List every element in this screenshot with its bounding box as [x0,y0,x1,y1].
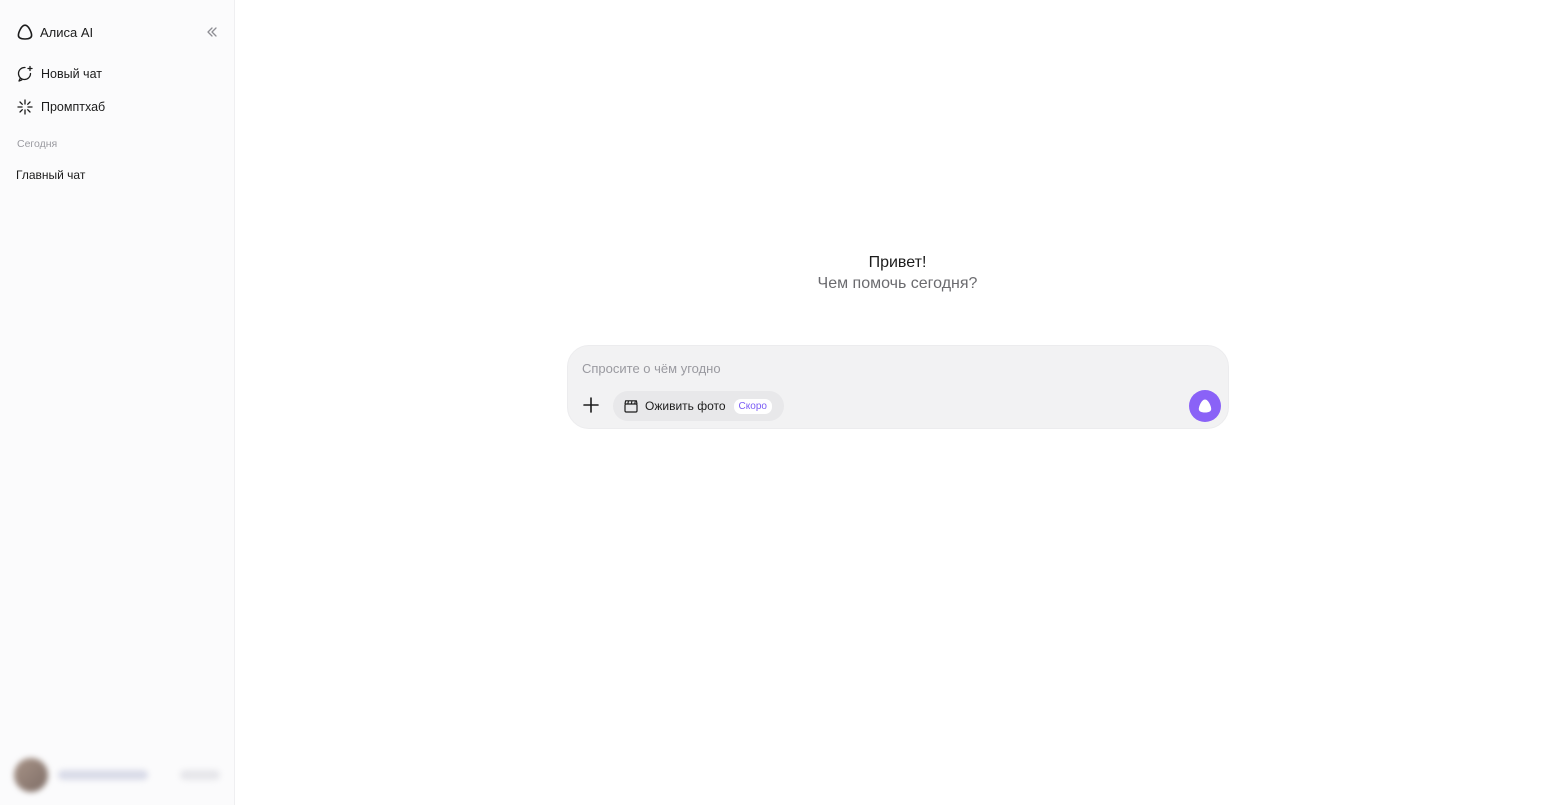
double-chevron-left-icon [205,25,219,39]
animate-photo-label: Оживить фото [645,399,726,413]
profile-name-blurred [58,770,148,780]
brand-name: Алиса AI [40,24,94,40]
plus-icon [582,396,600,414]
greeting-title-row: Привет! [0,254,1560,272]
brand[interactable]: Алиса AI [16,22,93,42]
user-profile[interactable] [10,752,232,798]
avatar [14,758,48,792]
animate-photo-chip[interactable]: Оживить фото Скоро [613,391,784,421]
alice-logo-icon [1196,397,1214,415]
coming-soon-badge: Скоро [733,398,772,414]
profile-extra-blurred [180,770,220,780]
alice-logo-icon [16,23,34,41]
chat-composer: Оживить фото Скоро [567,345,1229,429]
new-chat-label: Новый чат [41,67,102,81]
clapperboard-icon [623,398,639,414]
greeting-title: Привет! [868,254,927,271]
prompthub-button[interactable]: Промптхаб [16,96,105,118]
chat-history-item[interactable]: Главный чат [16,166,85,184]
app-window: Алиса AI Новый чат Промптхаб Сегодня Гла… [0,0,1560,805]
section-label-today: Сегодня [17,138,58,150]
message-input[interactable] [582,358,1202,378]
greeting-subtitle-row: Чем помочь сегодня? [0,275,1560,293]
greeting-subtitle: Чем помочь сегодня? [817,275,978,292]
new-chat-button[interactable]: Новый чат [16,63,102,85]
prompthub-label: Промптхаб [41,100,106,114]
new-chat-icon [16,65,34,83]
sparkle-icon [16,98,34,116]
attach-button[interactable] [580,394,602,416]
alice-voice-button[interactable] [1189,390,1221,422]
collapse-sidebar-button[interactable] [202,22,222,42]
sidebar: Алиса AI Новый чат Промптхаб Сегодня Гла… [0,0,235,805]
